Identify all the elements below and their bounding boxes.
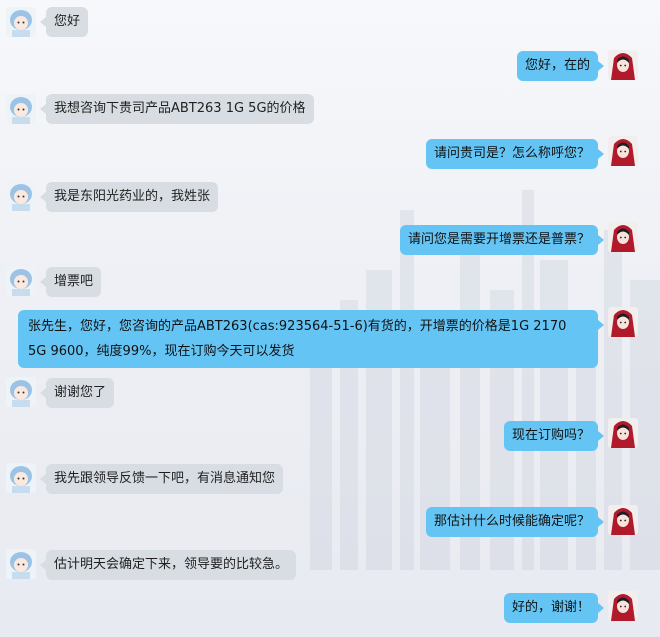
message-bubble-sent: 请问您是需要开增票还是普票？ — [399, 225, 605, 255]
message-line: 5G 9600，纯度99%，现在订购今天可以发货 — [28, 344, 295, 359]
right-avatar-icon[interactable] — [608, 418, 638, 448]
message-bubble-sent: 张先生，您好，您咨询的产品ABT263(cas:923564-51-6)有货的，… — [18, 310, 604, 368]
message-bubble-received: 估计明天会确定下来，领导要的比较急。 — [39, 550, 297, 580]
message-bubble-sent: 现在订购吗？ — [503, 421, 605, 451]
left-avatar-icon[interactable] — [6, 181, 36, 211]
left-avatar-icon[interactable] — [6, 7, 36, 37]
message-bubble-sent: 那估计什么时候能确定呢？ — [425, 507, 605, 537]
right-avatar-icon[interactable] — [608, 50, 638, 80]
message-bubble-sent: 请问贵司是？怎么称呼您？ — [425, 139, 605, 169]
message-bubble-sent: 好的，谢谢！ — [503, 593, 605, 623]
message-bubble-received: 增票吧 — [39, 267, 102, 297]
message-bubble-sent: 您好，在的 — [516, 51, 605, 81]
chat-window: 您好 您好，在的 我想咨询下贵司产品ABT263 1G 5G的价格 请问贵司是？… — [0, 0, 660, 637]
message-bubble-received: 我想咨询下贵司产品ABT263 1G 5G的价格 — [40, 94, 314, 124]
left-avatar-icon[interactable] — [6, 94, 36, 124]
right-avatar-icon[interactable] — [608, 505, 638, 535]
right-avatar-icon[interactable] — [608, 591, 638, 621]
message-bubble-received: 谢谢您了 — [39, 378, 115, 408]
right-avatar-icon[interactable] — [608, 136, 638, 166]
left-avatar-icon[interactable] — [6, 266, 36, 296]
message-bubble-received: 我先跟领导反馈一下吧，有消息通知您 — [39, 464, 284, 494]
left-avatar-icon[interactable] — [6, 377, 36, 407]
message-bubble-received: 您好 — [39, 7, 89, 37]
message-line: 张先生，您好，您咨询的产品ABT263(cas:923564-51-6)有货的，… — [28, 319, 567, 334]
right-avatar-icon[interactable] — [608, 307, 638, 337]
message-bubble-received: 我是东阳光药业的，我姓张 — [39, 182, 219, 212]
left-avatar-icon[interactable] — [6, 463, 36, 493]
left-avatar-icon[interactable] — [6, 549, 36, 579]
right-avatar-icon[interactable] — [608, 222, 638, 252]
